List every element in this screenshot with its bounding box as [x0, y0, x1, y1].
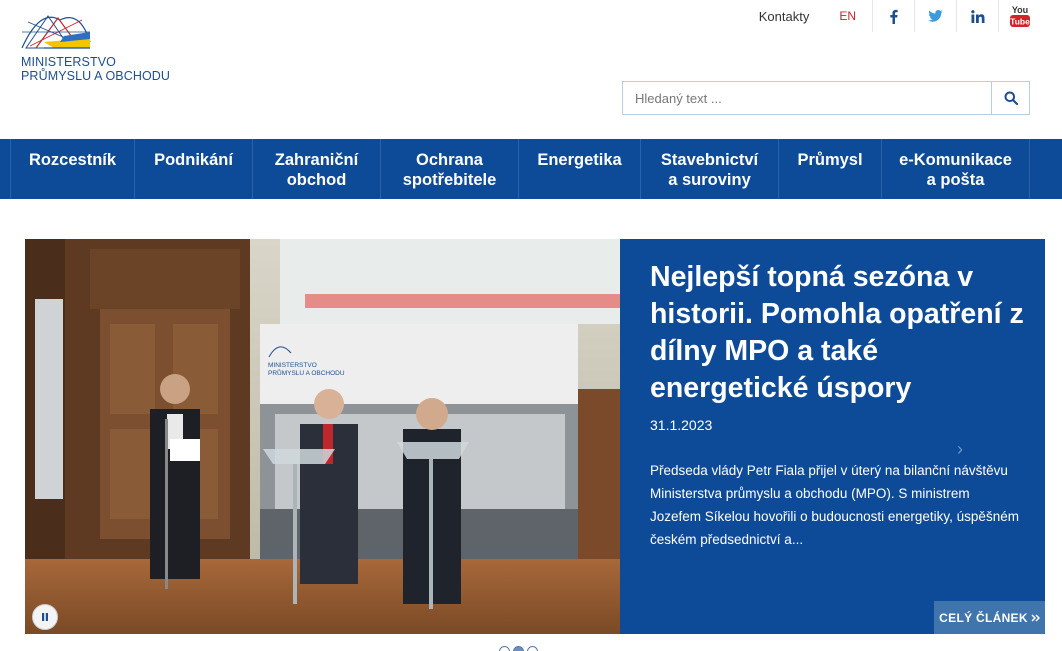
logo-wordmark: MINISTERSTVO PRŮMYSLU A OBCHODU	[21, 55, 170, 83]
slide-headline[interactable]: Nejlepší topná sezóna v historii. Pomohl…	[650, 259, 1035, 407]
language-switch-en[interactable]: EN	[823, 0, 872, 32]
nav-item-stavebnictvi-suroviny[interactable]: Stavebnictví a suroviny	[640, 139, 778, 199]
logo-line-1: MINISTERSTVO	[21, 55, 116, 69]
nav-item-label-line1: Stavebnictví	[660, 151, 759, 169]
nav-item-podnikani[interactable]: Podnikání	[134, 139, 252, 199]
read-more-button[interactable]: CELÝ ČLÁNEK	[934, 601, 1045, 634]
nav-item-label: Rozcestník	[28, 151, 117, 169]
contacts-link[interactable]: Kontakty	[745, 0, 824, 32]
logo-emblem-icon	[21, 15, 91, 49]
search-bar	[622, 81, 1030, 115]
nav-item-label: Podnikání	[154, 151, 233, 169]
search-input[interactable]	[623, 82, 991, 114]
banner-logo-line-1: MINISTERSTVO	[268, 362, 317, 369]
nav-item-label-line2: obchod	[286, 171, 347, 189]
slider-dot-3[interactable]	[527, 646, 538, 651]
slider-pause-button[interactable]	[32, 604, 58, 630]
nav-item-label-line2: a pošta	[926, 171, 985, 189]
search-button[interactable]	[991, 82, 1029, 114]
nav-item-zahranicni-obchod[interactable]: Zahraniční obchod	[252, 139, 380, 199]
nav-item-energetika[interactable]: Energetika	[518, 139, 640, 199]
slider-dot-1[interactable]	[499, 646, 510, 651]
nav-item-label-line2: spotřebitele	[402, 171, 497, 189]
twitter-icon	[928, 10, 943, 22]
logo-line-2: PRŮMYSLU A OBCHODU	[21, 69, 171, 83]
nav-item-label-line1: Zahraniční	[274, 151, 359, 169]
twitter-link[interactable]	[914, 0, 956, 32]
chevron-right-icon[interactable]: ›	[957, 439, 963, 460]
slider-pagination	[499, 646, 538, 651]
main-navigation: Rozcestník Podnikání Zahraniční obchod O…	[0, 139, 1062, 199]
nav-item-label: Energetika	[537, 151, 622, 169]
facebook-link[interactable]	[872, 0, 914, 32]
youtube-link[interactable]: You Tube	[998, 0, 1040, 32]
youtube-word-1: You	[1011, 5, 1027, 15]
youtube-icon: You Tube	[1009, 5, 1030, 27]
nav-item-e-komunikace-posta[interactable]: e-Komunikace a pošta	[881, 139, 1030, 199]
slide-photo[interactable]: MINISTERSTVO PRŮMYSLU A OBCHODU	[25, 239, 620, 634]
slide-date: 31.1.2023	[650, 417, 713, 433]
ministry-logo[interactable]: MINISTERSTVO PRŮMYSLU A OBCHODU	[20, 12, 180, 87]
nav-item-rozcestnik[interactable]: Rozcestník	[10, 139, 134, 199]
nav-item-label-line2: a suroviny	[668, 171, 751, 189]
nav-item-label-line1: e-Komunikace	[899, 151, 1012, 169]
press-conference-photo: MINISTERSTVO PRŮMYSLU A OBCHODU	[25, 239, 620, 634]
nav-item-prumysl[interactable]: Průmysl	[778, 139, 881, 199]
banner-logo-line-2: PRŮMYSLU A OBCHODU	[268, 368, 345, 377]
linkedin-link[interactable]	[956, 0, 998, 32]
linkedin-icon	[970, 9, 984, 23]
nav-item-ochrana-spotrebitele[interactable]: Ochrana spotřebitele	[380, 139, 518, 199]
pause-icon	[42, 613, 48, 621]
youtube-word-2: Tube	[1010, 17, 1030, 27]
slide-perex: Předseda vlády Petr Fiala přijel v úterý…	[650, 463, 1019, 547]
facebook-icon	[890, 9, 898, 24]
nav-item-label-line1: Ochrana	[416, 151, 483, 169]
search-icon	[1004, 91, 1018, 105]
slider-dot-2[interactable]	[513, 646, 524, 651]
news-slider: MINISTERSTVO PRŮMYSLU A OBCHODU Nejlepší…	[25, 239, 1045, 634]
double-chevron-right-icon	[1031, 613, 1040, 622]
read-more-label: CELÝ ČLÁNEK	[939, 610, 1028, 625]
top-utility-bar: Kontakty EN You Tube	[745, 0, 1040, 32]
slide-text-panel: Nejlepší topná sezóna v historii. Pomohl…	[620, 239, 1045, 634]
nav-item-label: Průmysl	[797, 151, 863, 169]
